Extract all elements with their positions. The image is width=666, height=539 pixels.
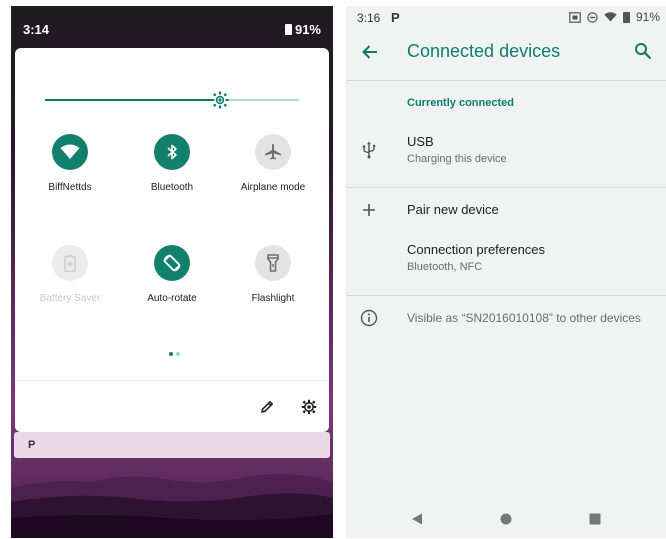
recents-square-icon[interactable] [588,512,602,526]
battery-saver-tile-circle[interactable] [52,245,88,281]
status-time: 3:14 [23,22,50,37]
settings-list: Currently connected USB Charging this de… [346,80,666,500]
quick-settings-panel: BiffNettds Bluetooth Airplane mode Batte… [15,48,329,432]
do-not-disturb-icon [587,11,598,23]
page-dot [176,352,180,356]
visibility-info-text: Visible as “SN2016010108” to other devic… [407,311,641,325]
back-arrow-icon[interactable] [360,42,380,62]
wifi-icon [60,144,80,159]
wallpaper-mountains [11,474,333,538]
bluetooth-tile-circle[interactable] [154,134,190,170]
battery-percent: 91% [635,10,660,24]
bluetooth-icon [167,144,177,160]
tile-label-battery-saver: Battery Saver [39,293,101,304]
plus-icon [363,204,375,216]
quick-settings-screen: 3:14 91% BiffNettds Bluetooth Airplane m… [11,6,333,538]
status-bar: 3:14 91% [11,6,333,46]
notification-app-letter: P [28,439,36,451]
page-indicator [165,352,185,358]
tile-auto-rotate[interactable]: Auto-rotate [122,245,222,304]
auto-rotate-tile-circle[interactable] [154,245,190,281]
tile-label-airplane: Airplane mode [240,182,306,193]
auto-rotate-icon [163,254,181,272]
usb-row[interactable]: USB Charging this device [346,125,666,181]
flashlight-tile-circle[interactable] [255,245,291,281]
tile-label-flashlight: Flashlight [251,293,295,304]
visibility-info-row: Visible as “SN2016010108” to other devic… [346,296,666,340]
gear-icon[interactable] [301,399,317,415]
tile-label-bluetooth: Bluetooth [150,182,194,193]
tile-label-auto-rotate: Auto-rotate [147,293,197,304]
info-icon [360,309,378,327]
navigation-bar [346,500,666,538]
airplane-tile-circle[interactable] [255,134,291,170]
status-bar: 3:16 P 91% [346,6,666,28]
search-icon[interactable] [634,42,652,60]
tile-flashlight[interactable]: Flashlight [223,245,323,304]
battery-saver-icon [64,254,76,272]
brightness-track-filled [45,99,220,101]
quick-settings-footer [15,380,329,432]
flashlight-icon [267,254,279,272]
tile-label-wifi: BiffNettds [48,182,92,193]
status-time: 3:16 [357,11,381,25]
brightness-slider[interactable] [45,90,299,110]
battery-icon [622,11,630,23]
wifi-tile-circle[interactable] [52,134,88,170]
battery-icon [284,24,292,35]
airplane-icon [265,144,281,160]
pair-new-device-row[interactable]: Pair new device [346,188,666,232]
pencil-icon[interactable] [259,399,275,415]
page-dot-active [169,352,173,356]
tile-wifi[interactable]: BiffNettds [20,134,120,193]
wifi-icon [604,12,617,22]
tile-battery-saver[interactable]: Battery Saver [20,245,120,304]
battery-indicator: 91% [284,22,321,37]
back-triangle-icon[interactable] [410,512,424,526]
usb-subtitle: Charging this device [407,153,507,165]
cast-icon [569,11,581,23]
tile-airplane[interactable]: Airplane mode [223,134,323,193]
section-header-currently-connected: Currently connected [407,97,514,109]
brightness-thumb-icon[interactable] [211,91,229,109]
connected-devices-screen: 3:16 P 91% Connected devices Currently c… [346,6,666,538]
pair-new-device-label: Pair new device [407,202,499,217]
battery-percent: 91% [294,22,321,37]
tile-bluetooth[interactable]: Bluetooth [122,134,222,193]
notification-peek[interactable]: P [14,432,330,458]
status-icons: 91% [569,10,660,24]
notification-app-letter: P [391,10,400,25]
page-title: Connected devices [407,41,561,61]
app-bar: Connected devices [346,32,666,72]
home-circle-icon[interactable] [499,512,513,526]
usb-icon [362,141,376,159]
connection-preferences-title: Connection preferences [407,242,546,257]
usb-title: USB [407,134,434,149]
connection-preferences-row[interactable]: Connection preferences Bluetooth, NFC [346,236,666,290]
brightness-track-empty [220,99,299,101]
connection-preferences-subtitle: Bluetooth, NFC [407,261,483,273]
